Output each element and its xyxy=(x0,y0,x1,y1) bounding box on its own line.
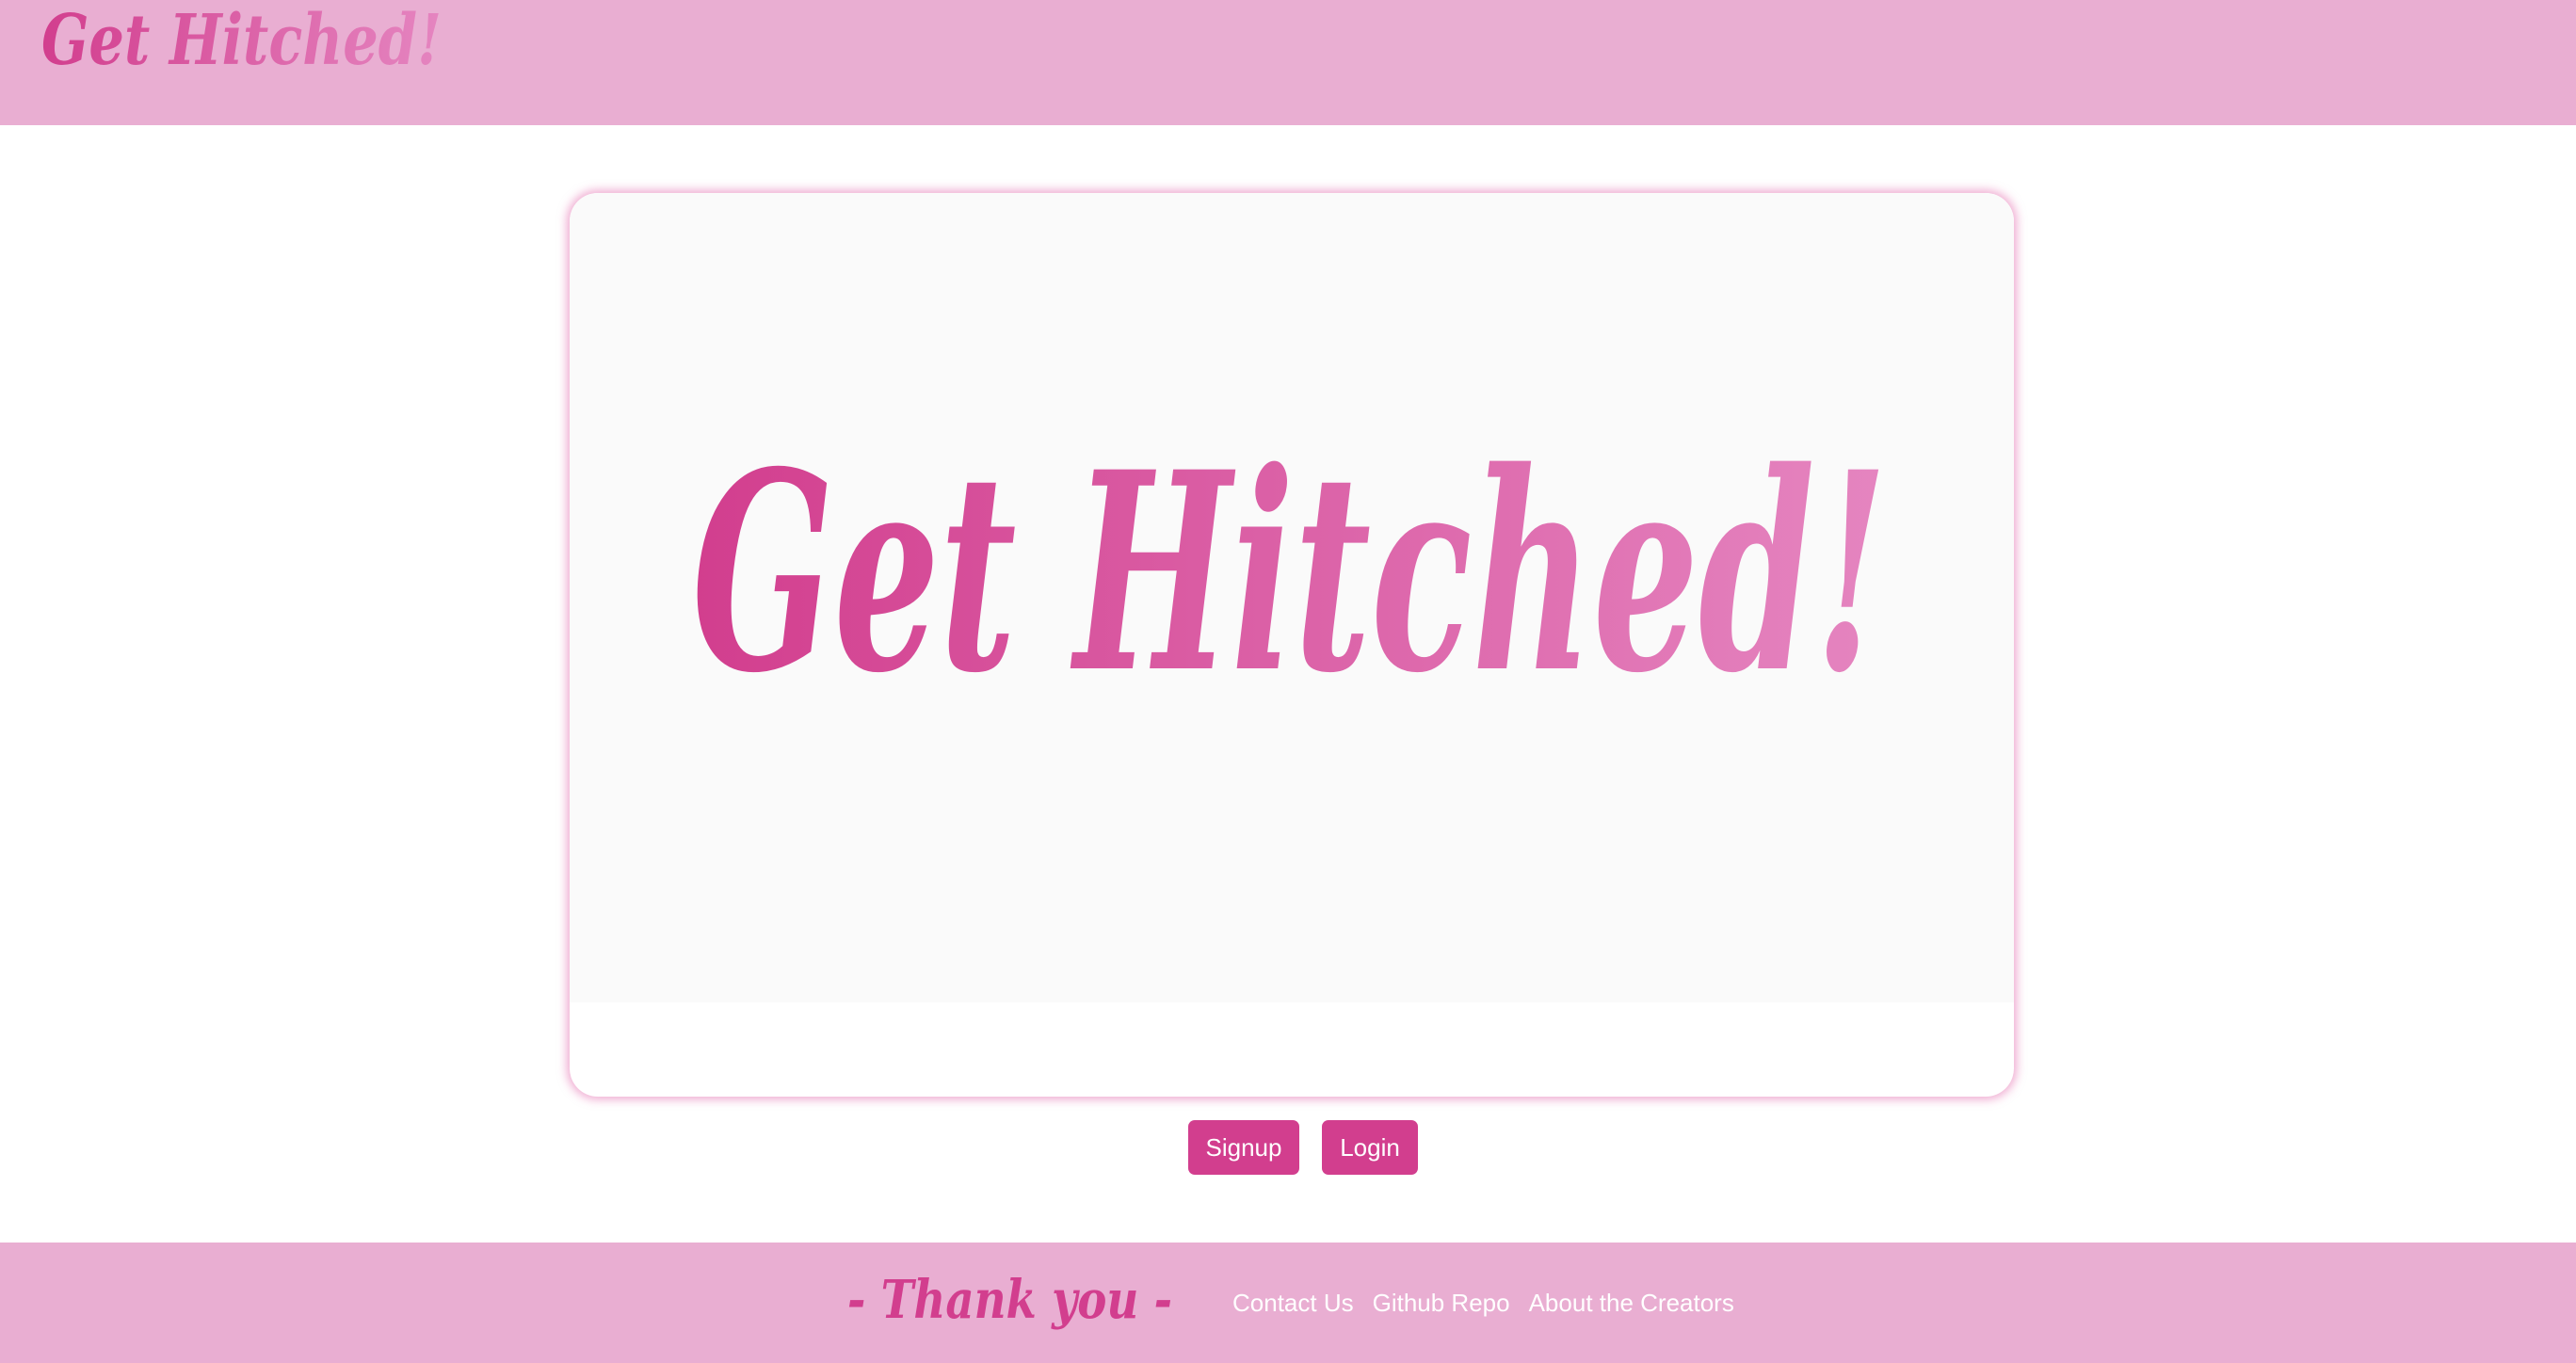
hero-card: Get Hitched! xyxy=(570,193,2014,1097)
header-logo-text: Get Hitched! xyxy=(41,0,442,81)
header-logo[interactable]: Get Hitched! xyxy=(41,0,456,104)
hero-logo-text: Get Hitched! xyxy=(692,413,1888,733)
site-header: Get Hitched! xyxy=(0,0,2576,125)
login-button[interactable]: Login xyxy=(1322,1120,1418,1175)
contact-us-link[interactable]: Contact Us xyxy=(1232,1289,1354,1318)
signup-button[interactable]: Signup xyxy=(1188,1120,1299,1175)
footer-nav: Contact Us Github Repo About the Creator… xyxy=(1232,1243,1734,1363)
about-the-creators-link[interactable]: About the Creators xyxy=(1529,1289,1734,1318)
hero-logo-image: Get Hitched! xyxy=(570,193,2014,1002)
footer-thank-you: - Thank you - xyxy=(847,1259,1177,1344)
footer-thank-you-text: - Thank you - xyxy=(847,1269,1172,1331)
github-repo-link[interactable]: Github Repo xyxy=(1373,1289,1510,1318)
site-footer: - Thank you - Contact Us Github Repo Abo… xyxy=(0,1243,2576,1363)
